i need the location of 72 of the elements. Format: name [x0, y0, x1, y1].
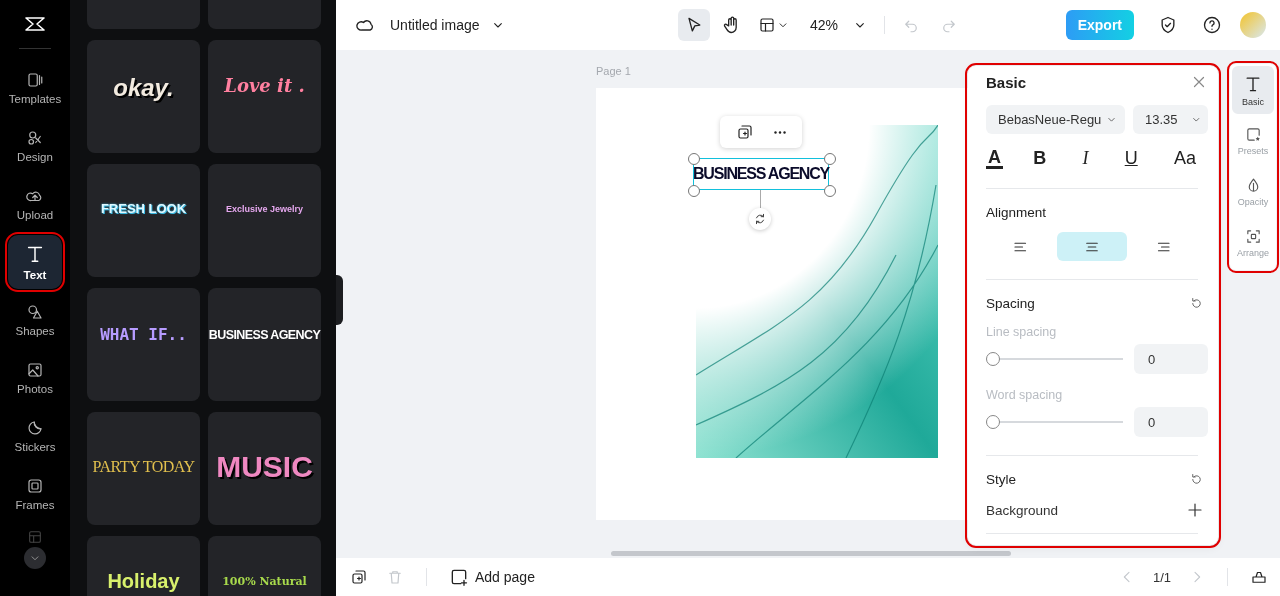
text-preset-card[interactable]: MUSIC: [208, 412, 321, 525]
frames-icon: [26, 477, 44, 495]
text-preset-card[interactable]: FRESH LOOK: [87, 164, 200, 277]
slider-thumb[interactable]: [986, 415, 1000, 429]
section-title: Style: [986, 472, 1016, 487]
presets-icon: [1244, 126, 1262, 143]
nav-item[interactable]: Text: [8, 235, 62, 289]
nav-item[interactable]: Photos: [8, 351, 62, 405]
nav-item[interactable]: Shapes: [8, 293, 62, 347]
text-preset-card[interactable]: BUSINESS AGENCY: [208, 288, 321, 401]
stickers-icon: [26, 419, 44, 437]
scrollbar[interactable]: [611, 551, 1011, 556]
text-preset-card[interactable]: Exclusive Jewelry: [208, 164, 321, 277]
layout-icon: [758, 16, 776, 34]
bold-button[interactable]: B: [1027, 149, 1053, 167]
zoom-dropdown[interactable]: 42%: [800, 17, 875, 33]
text-preset-card[interactable]: PARTY TODAY: [87, 412, 200, 525]
plus-icon: [1186, 501, 1204, 519]
font-dropdown[interactable]: BebasNeue-Regu: [986, 105, 1125, 134]
add-page-icon: [449, 567, 469, 587]
duplicate-icon: [350, 568, 368, 586]
add-button[interactable]: [1186, 501, 1204, 519]
duplicate-button[interactable]: [736, 123, 754, 141]
value-field[interactable]: 0: [1134, 407, 1208, 437]
slider-thumb[interactable]: [986, 352, 1000, 366]
reset-icon: [1189, 472, 1204, 487]
help-icon: [1202, 15, 1222, 35]
nav-item[interactable]: Stickers: [8, 409, 62, 463]
duplicate-page-button[interactable]: [350, 568, 368, 586]
value-field[interactable]: 0: [1134, 344, 1208, 374]
page-counter: 1/1: [1152, 569, 1171, 585]
rotate-icon: [753, 212, 767, 226]
more-button[interactable]: [773, 129, 786, 135]
nav-item[interactable]: Frames: [8, 467, 62, 521]
layout-icon: [27, 529, 43, 545]
background-label: Background: [986, 502, 1059, 518]
reset-button[interactable]: [1189, 296, 1204, 311]
expand-button[interactable]: [24, 547, 46, 569]
add-page-button[interactable]: Add page: [449, 567, 535, 587]
text-preset-card[interactable]: 100% Natural: [208, 536, 321, 596]
reset-button[interactable]: [1189, 472, 1204, 487]
section-title: Alignment: [986, 205, 1048, 220]
text-case-button[interactable]: Aa: [1167, 149, 1202, 167]
nav-item[interactable]: Upload: [8, 177, 62, 231]
nav-item[interactable]: Templates: [8, 61, 62, 115]
text-preset-card[interactable]: Love it .: [208, 40, 321, 153]
photos-icon: [26, 361, 44, 379]
underline-button[interactable]: U: [1118, 149, 1144, 167]
slider-label: Word spacing: [986, 388, 1064, 402]
templates-icon: [26, 71, 44, 89]
page-label: Page 1: [596, 65, 631, 77]
arrange-icon: [1244, 228, 1262, 245]
italic-button[interactable]: I: [1076, 149, 1095, 167]
duplicate-icon: [736, 123, 754, 141]
text-color-button[interactable]: A: [986, 147, 1003, 169]
text-preset-card[interactable]: WHAT IF..: [87, 288, 200, 401]
trash-icon: [386, 568, 404, 586]
section-title: Spacing: [986, 296, 1035, 311]
design-icon: [26, 129, 44, 147]
slider-label: Line spacing: [986, 325, 1058, 339]
reset-icon: [1189, 296, 1204, 311]
text-preset-card[interactable]: okay.: [87, 40, 200, 153]
nav-item[interactable]: Design: [8, 119, 62, 173]
side-tab[interactable]: Basic: [1232, 66, 1274, 114]
select-tool[interactable]: [678, 9, 710, 41]
panel-title: Basic: [986, 73, 1027, 91]
shapes-icon: [26, 303, 44, 321]
collapse-handle[interactable]: [336, 275, 343, 325]
more-icon: [773, 129, 786, 135]
size-dropdown[interactable]: 13.35: [1133, 105, 1208, 134]
document-title[interactable]: Untitled image: [390, 17, 506, 33]
text-preset-card[interactable]: Holiday: [87, 536, 200, 596]
